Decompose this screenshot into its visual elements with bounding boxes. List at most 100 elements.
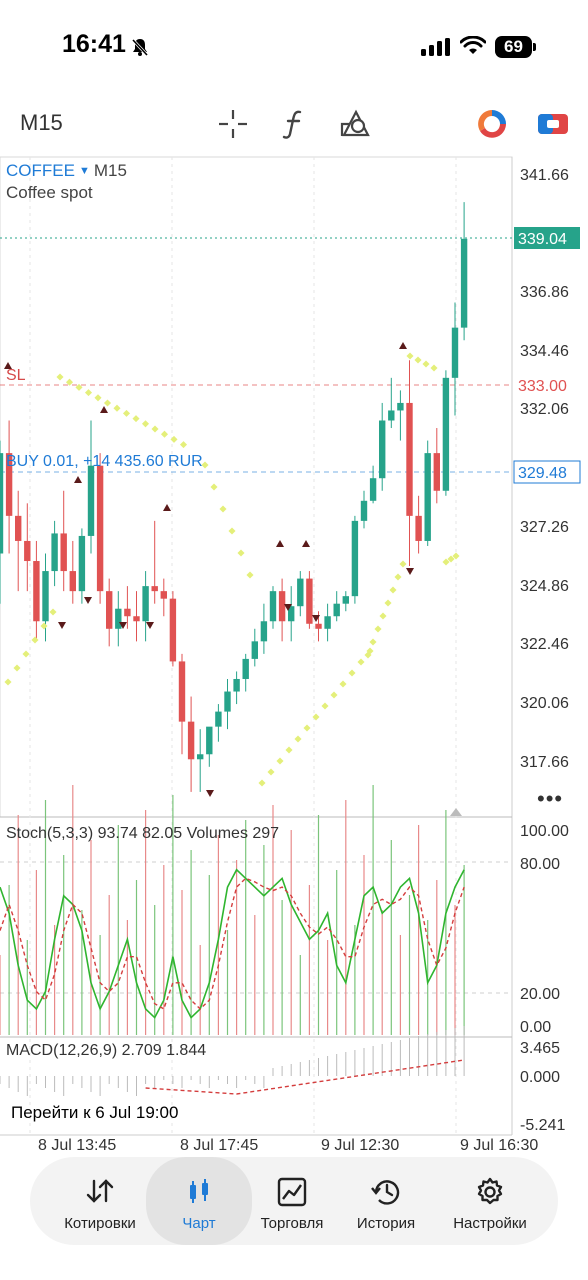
time-tick: 8 Jul 13:45 [38, 1137, 117, 1154]
candle-body [379, 420, 386, 479]
current-price-value: 339.04 [518, 231, 567, 248]
sar-dot [406, 352, 414, 360]
candle-body [278, 591, 286, 622]
stoch-tick: 80.00 [520, 856, 560, 873]
quotes-icon [85, 1177, 115, 1210]
candle-body [178, 661, 186, 722]
candle-body [388, 410, 395, 421]
nav-quotes[interactable]: Котировки [48, 1157, 152, 1245]
dropdown-triangle-icon[interactable]: ▼ [79, 165, 90, 177]
fractal-down-marker [406, 568, 414, 575]
stoch-tick: 0.00 [520, 1019, 551, 1036]
sl-price: 333.00 [518, 378, 567, 395]
fractal-down-marker [58, 622, 66, 629]
candle-body [124, 608, 131, 617]
symbol-timeframe: M15 [93, 161, 127, 180]
candle-body [42, 571, 49, 622]
sar-dot [94, 394, 102, 402]
candle-body [260, 621, 268, 642]
candle-body [78, 535, 86, 592]
candle-body [269, 591, 277, 622]
sar-dot [4, 678, 12, 686]
candle-body [342, 596, 349, 604]
sar-dot [56, 373, 64, 381]
buy-price: 329.48 [518, 465, 567, 482]
time-tick: 9 Jul 12:30 [321, 1137, 400, 1154]
candle-body [151, 586, 158, 592]
nav-label: Чарт [182, 1215, 216, 1232]
macd-tick: -5.241 [520, 1117, 565, 1134]
price-tick: 322.46 [520, 636, 569, 653]
candle-body [442, 377, 450, 491]
candle-body [197, 754, 204, 760]
candle-body [206, 726, 213, 755]
candle-body [233, 678, 240, 692]
sar-dot [179, 441, 188, 449]
macd-tick: 0.000 [520, 1069, 560, 1086]
sar-dot [84, 389, 93, 397]
candle-body [360, 500, 368, 521]
sar-dot [285, 746, 293, 754]
sar-dot [103, 399, 112, 407]
sar-dot [374, 625, 382, 633]
candle-body [24, 540, 31, 562]
sar-dot [113, 404, 121, 412]
nav-label: Настройки [453, 1215, 527, 1232]
sar-dot [384, 599, 392, 607]
candle-body [406, 402, 413, 516]
nav-history[interactable]: История [338, 1157, 434, 1245]
candle-body [215, 711, 222, 727]
price-tick: 336.86 [520, 284, 569, 301]
symbol-header[interactable]: COFFEE ▼ M15 [6, 161, 127, 181]
macd-indicator-label: MACD(12,26,9) 2.709 1.844 [6, 1042, 207, 1059]
buy-position-label[interactable]: BUY 0.01, +14 435.60 RUR [6, 453, 203, 471]
price-tick: 327.26 [520, 519, 569, 536]
sar-dot [141, 420, 150, 428]
more-options-icon[interactable]: ••• [537, 786, 563, 812]
fractal-up-marker [276, 540, 284, 547]
stoch-tick: 100.00 [520, 823, 569, 840]
sar-dot [132, 415, 140, 423]
sar-dot [394, 573, 402, 581]
candle-body [69, 571, 76, 592]
candles-icon [184, 1177, 214, 1212]
goto-date-label[interactable]: Перейти к 6 Jul 19:00 [11, 1103, 178, 1123]
sar-dot [379, 612, 387, 620]
sar-dot [258, 779, 266, 787]
sar-dot [40, 622, 48, 630]
candle-body [60, 533, 67, 572]
sar-dot [246, 571, 254, 579]
bottom-navigation: Котировки Чарт Торговля История Настройк… [30, 1157, 558, 1245]
fractal-down-marker [206, 790, 214, 797]
fractal-up-marker [74, 476, 82, 483]
nav-trade[interactable]: Торговля [244, 1157, 340, 1245]
candle-body [306, 578, 313, 624]
sar-dot [321, 702, 329, 710]
stoch-main-line [0, 868, 465, 1019]
price-tick: 341.66 [520, 167, 569, 184]
candle-body [351, 520, 359, 597]
macd-tick: 3.465 [520, 1040, 560, 1057]
sar-dot [330, 691, 338, 699]
sar-dot [276, 757, 284, 765]
scroll-marker-icon [450, 808, 462, 816]
nav-settings[interactable]: Настройки [438, 1157, 542, 1245]
sar-dot [151, 425, 159, 433]
candle-body [160, 591, 167, 599]
sl-label[interactable]: SL [6, 367, 26, 385]
candle-body [106, 591, 113, 629]
sar-dot [294, 735, 302, 743]
nav-label: Котировки [64, 1215, 136, 1232]
candle-body [115, 608, 122, 629]
nav-chart[interactable]: Чарт [146, 1157, 252, 1245]
sar-dot [414, 356, 422, 364]
stoch-indicator-label: Stoch(5,3,3) 93.74 82.05 Volumes 297 [6, 825, 280, 842]
sar-dot [348, 669, 356, 677]
candle-body [315, 623, 322, 629]
nav-label: История [356, 1215, 416, 1232]
price-tick: 324.86 [520, 578, 569, 595]
sar-dot [422, 360, 430, 368]
candle-body [33, 561, 40, 622]
candle-body [142, 586, 149, 622]
symbol-name[interactable]: COFFEE [6, 161, 75, 180]
